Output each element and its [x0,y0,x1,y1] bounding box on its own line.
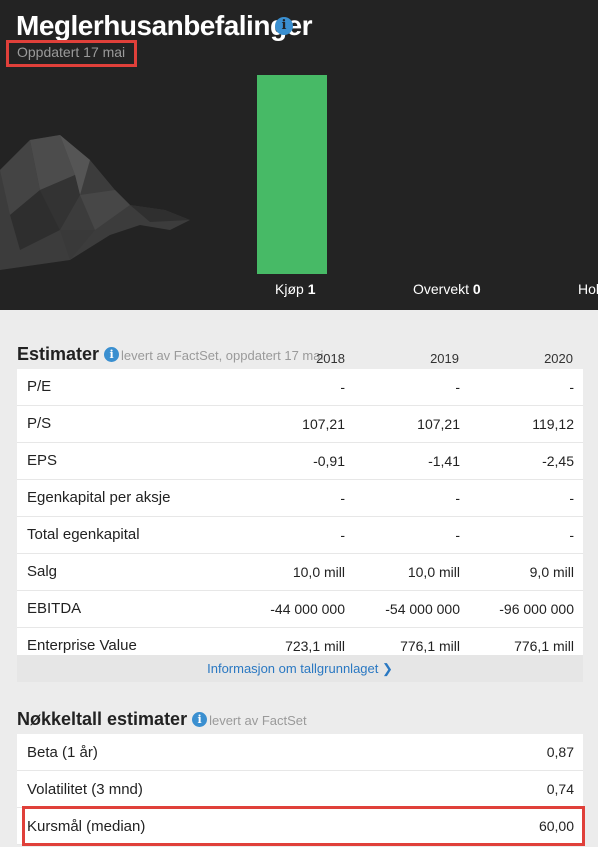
cell-value: - [569,527,574,543]
data-info-link[interactable]: Informasjon om tallgrunnlaget ❯ [207,661,393,676]
key-estimates-title: Nøkkeltall estimater [17,709,188,729]
info-icon[interactable]: i [104,347,120,362]
row-label: P/S [27,415,52,432]
cell-value: 9,0 mill [529,564,574,580]
buy-bar [257,75,327,274]
recommendations-title: Meglerhusanbefalinger [16,10,313,41]
key-estimates-subtitle: levert av FactSet [209,713,307,728]
cell-value: - [340,379,345,395]
cell-value: - [569,490,574,506]
rec-hold: Hol [578,281,598,297]
rec-buy-label: Kjøp [275,281,304,297]
row-label: Total egenkapital [27,526,140,543]
cell-value: - [340,527,345,543]
cell-value: 0,74 [546,781,574,797]
row-label: Egenkapital per aksje [27,489,171,506]
table-row: P/E - - - [17,369,583,406]
table-row: Egenkapital per aksje - - - [17,480,583,517]
table-row: Salg 10,0 mill 10,0 mill 9,0 mill [17,554,583,591]
row-label: P/E [27,378,52,395]
cell-value: 107,21 [417,416,460,432]
year-header: 2019 [430,351,459,366]
row-label: Beta (1 år) [27,744,98,761]
row-label: EPS [27,452,58,469]
cell-value: 10,0 mill [292,564,345,580]
cell-value: -44 000 000 [270,601,345,617]
cell-value: -54 000 000 [385,601,460,617]
info-icon[interactable]: i [192,712,208,727]
estimates-heading: Estimater i levert av FactSet, oppdatert 1… [17,344,323,365]
cell-value: - [455,527,460,543]
table-row: Total egenkapital - - - [17,517,583,554]
row-label: Volatilitet (3 mnd) [27,781,143,798]
cell-value: 776,1 mill [400,638,460,654]
table-row: Volatilitet (3 mnd) 0,74 [17,771,583,808]
cell-value: -1,41 [428,453,460,469]
rec-overweight-count: 0 [472,281,481,297]
cell-value: -96 000 000 [499,601,574,617]
rec-hold-label: Hol [578,281,598,297]
rec-overweight-label: Overvekt [413,281,470,297]
info-link-bar: Informasjon om tallgrunnlaget ❯ [17,655,583,682]
cell-value: 10,0 mill [407,564,460,580]
year-header: 2020 [544,351,573,366]
cell-value: 119,12 [532,416,574,432]
estimates-table: P/E - - - P/S 107,21 107,21 119,12 EPS -… [17,369,583,665]
updated-date: Oppdatert 17 mai [17,44,126,60]
rec-buy-count: 1 [307,281,316,297]
table-row: EBITDA -44 000 000 -54 000 000 -96 000 0… [17,591,583,628]
bull-illustration [0,135,190,270]
table-row: Beta (1 år) 0,87 [17,734,583,771]
cell-value: 107,21 [302,416,345,432]
highlight-frame-price-target [22,806,585,846]
info-icon[interactable]: i [275,17,293,35]
cell-value: - [455,379,460,395]
table-row: P/S 107,21 107,21 119,12 [17,406,583,443]
cell-value: 776,1 mill [514,638,574,654]
row-label: Salg [27,563,58,580]
year-header: 2018 [316,351,345,366]
rec-overweight: Overvekt 0 [413,281,481,297]
cell-value: - [340,490,345,506]
row-label: EBITDA [27,600,82,617]
cell-value: -0,91 [313,453,345,469]
cell-value: -2,45 [542,453,574,469]
table-row: EPS -0,91 -1,41 -2,45 [17,443,583,480]
recommendations-panel: Meglerhusanbefalinger i Oppdatert 17 mai… [0,0,598,310]
estimates-title: Estimater [17,344,100,364]
cell-value: - [569,379,574,395]
key-estimates-heading: Nøkkeltall estimater i levert av FactSet [17,709,307,730]
cell-value: - [455,490,460,506]
cell-value: 0,87 [546,744,574,760]
cell-value: 723,1 mill [285,638,345,654]
rec-buy: Kjøp 1 [275,281,315,297]
row-label: Enterprise Value [27,637,137,654]
